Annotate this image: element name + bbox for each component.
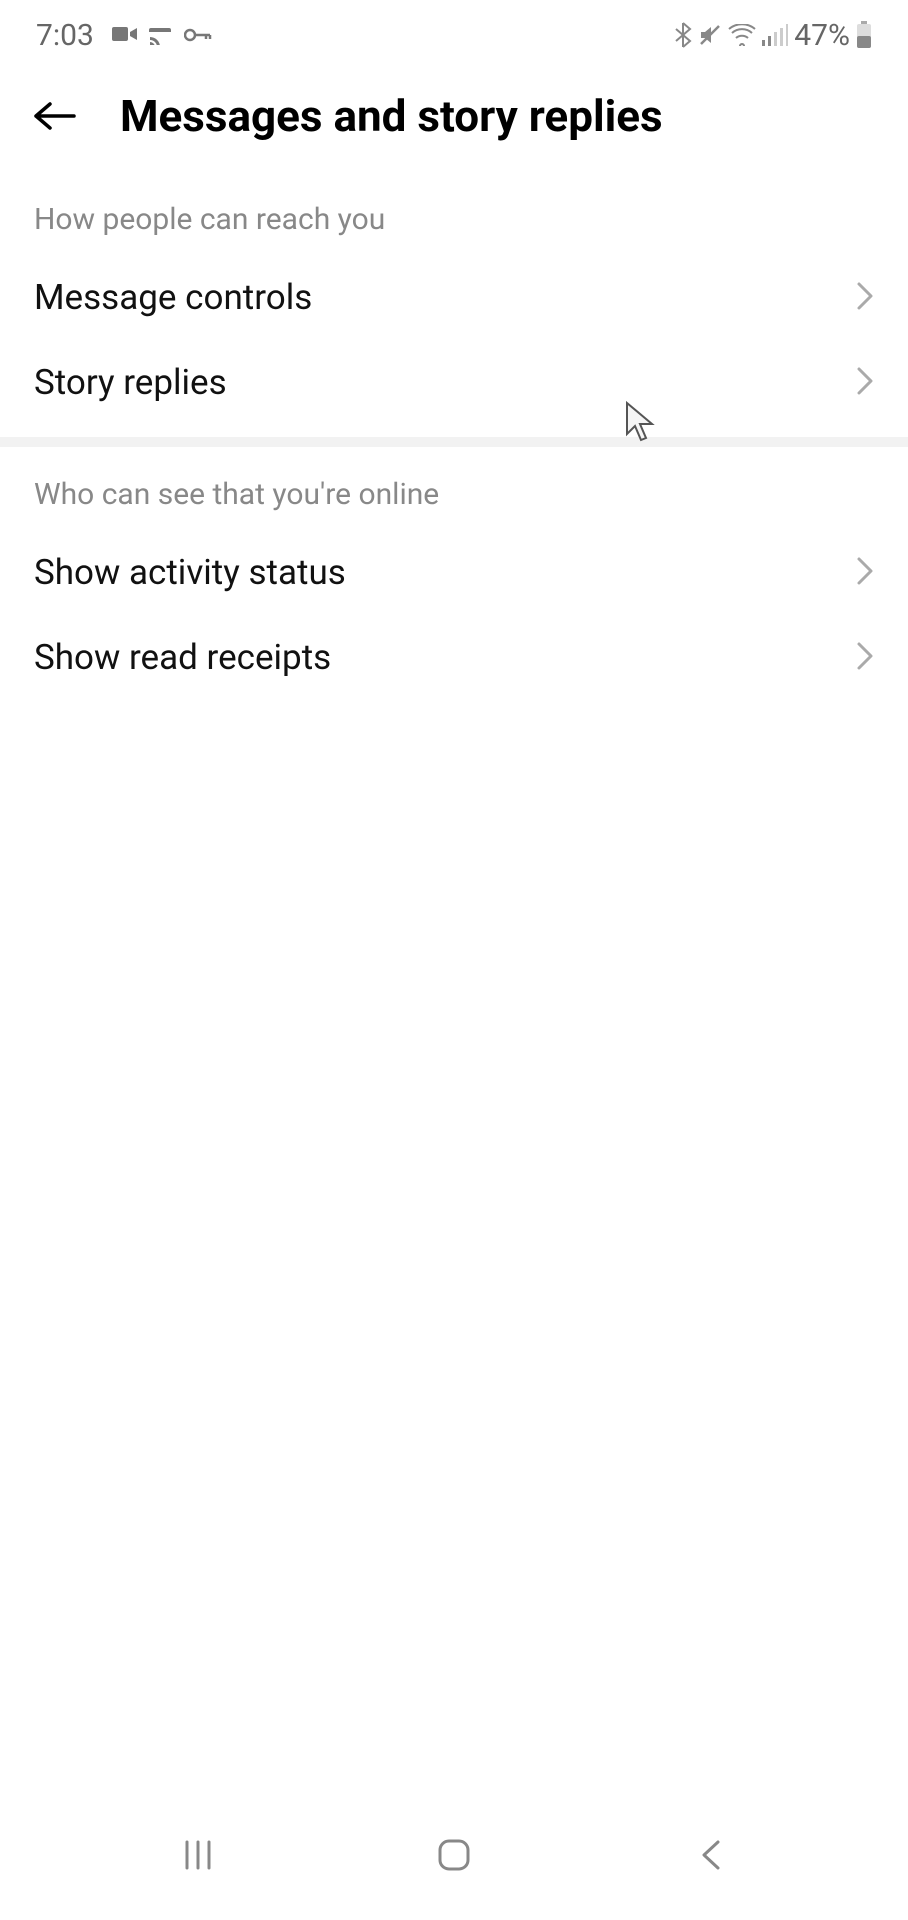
- vpn-key-icon: [184, 27, 212, 43]
- battery-percent: 47%: [794, 18, 850, 53]
- video-icon: [112, 25, 138, 45]
- cast-icon: [148, 25, 174, 45]
- back-nav-button[interactable]: [660, 1825, 760, 1885]
- android-nav-bar: [0, 1810, 908, 1920]
- chevron-right-icon: [856, 641, 874, 675]
- item-read-receipts[interactable]: Show read receipts: [0, 615, 908, 700]
- wifi-icon: [728, 24, 756, 46]
- item-label: Story replies: [34, 362, 227, 403]
- item-activity-status[interactable]: Show activity status: [0, 530, 908, 615]
- item-story-replies[interactable]: Story replies: [0, 340, 908, 425]
- section-header-online: Who can see that you're online: [0, 447, 908, 530]
- battery-icon: [856, 21, 872, 49]
- chevron-right-icon: [856, 556, 874, 590]
- chevron-right-icon: [856, 281, 874, 315]
- item-label: Show activity status: [34, 552, 346, 593]
- recent-apps-button[interactable]: [148, 1825, 248, 1885]
- bluetooth-icon: [674, 22, 692, 48]
- item-message-controls[interactable]: Message controls: [0, 255, 908, 340]
- home-button[interactable]: [404, 1825, 504, 1885]
- section-header-reach: How people can reach you: [0, 172, 908, 255]
- status-bar: 7:03 47%: [0, 0, 908, 70]
- page-title: Messages and story replies: [120, 90, 663, 142]
- signal-icon: [762, 24, 788, 46]
- page-header: Messages and story replies: [0, 70, 908, 172]
- back-button[interactable]: [30, 91, 80, 141]
- status-left: 7:03: [36, 18, 212, 53]
- status-right: 47%: [674, 18, 872, 53]
- status-time: 7:03: [36, 18, 94, 53]
- mute-icon: [698, 23, 722, 47]
- item-label: Message controls: [34, 277, 312, 318]
- arrow-left-icon: [33, 101, 77, 131]
- item-label: Show read receipts: [34, 637, 331, 678]
- section-divider: [0, 437, 908, 447]
- chevron-right-icon: [856, 366, 874, 400]
